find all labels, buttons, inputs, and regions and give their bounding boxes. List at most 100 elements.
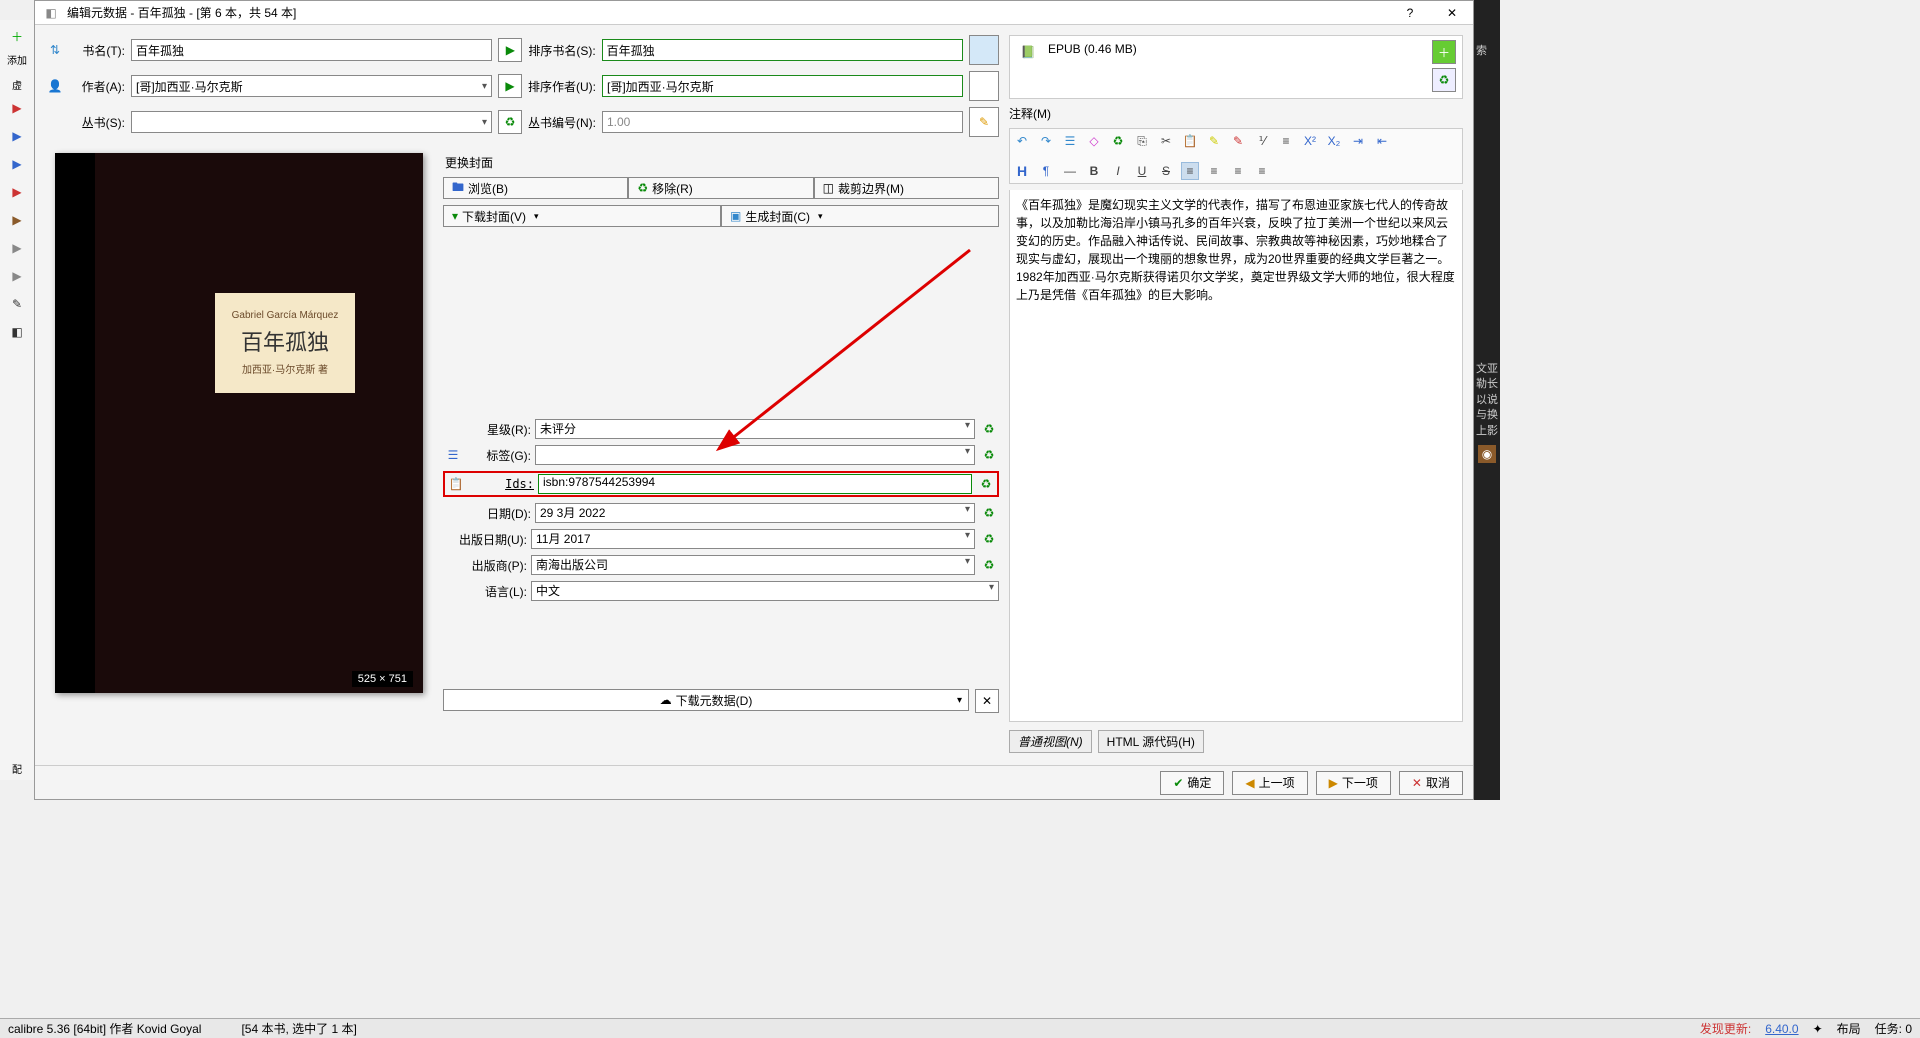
highlight-red-icon[interactable]: ✎ [1229, 132, 1247, 150]
publisher-recycle[interactable]: ♻ [979, 555, 999, 575]
sort-title-label: 排序书名(S): [528, 42, 595, 59]
config-metadata-button[interactable]: ✕ [975, 689, 999, 713]
author-input[interactable]: [哥]加西亚·马尔克斯 [131, 75, 492, 97]
tags-label: 标签(G): [467, 447, 531, 464]
rating-recycle[interactable]: ♻ [979, 419, 999, 439]
generate-cover-button[interactable]: ▣生成封面(C)▾ [721, 205, 999, 227]
indent-icon[interactable]: ⇥ [1349, 132, 1367, 150]
prev-button[interactable]: ◀上一项 [1232, 771, 1307, 795]
paragraph-icon[interactable]: ¶ [1037, 162, 1055, 180]
title-input[interactable] [131, 39, 492, 61]
align-right-icon[interactable]: ≡ [1229, 162, 1247, 180]
superscript-icon[interactable]: X² [1301, 132, 1319, 150]
layout-icon[interactable]: ✦ [1813, 1022, 1823, 1036]
status-selection: [54 本书, 选中了 1 本] [241, 1020, 356, 1037]
paste-icon[interactable]: 📋 [446, 474, 466, 494]
underline-icon[interactable]: U [1133, 162, 1151, 180]
tab-normal-view[interactable]: 普通视图(N) [1009, 730, 1092, 753]
download-cover-button[interactable]: ▾下载封面(V)▾ [443, 205, 721, 227]
sort-author-input[interactable] [602, 75, 963, 97]
publisher-input[interactable]: 南海出版公司 [531, 555, 975, 575]
redo-icon[interactable]: ↷ [1037, 132, 1055, 150]
series-num-input[interactable] [602, 111, 963, 133]
sort-title-arrow[interactable]: ▶ [498, 38, 522, 62]
align-left-icon[interactable]: ≡ [1181, 162, 1199, 180]
cover-section-label: 更换封面 [443, 153, 999, 171]
series-icon[interactable]: ▶ [5, 152, 29, 176]
epub-format-label[interactable]: EPUB (0.46 MB) [1048, 42, 1456, 56]
status-layout[interactable]: 布局 [1837, 1020, 1861, 1037]
pubdate-recycle[interactable]: ♻ [979, 529, 999, 549]
tags-recycle[interactable]: ♻ [979, 445, 999, 465]
swap-title-icon[interactable]: ⇅ [45, 40, 65, 60]
download-metadata-button[interactable]: ☁下载元数据(D) [443, 689, 969, 711]
series-recycle[interactable]: ♻ [498, 110, 522, 134]
author-tool[interactable] [969, 71, 999, 101]
align-justify-icon[interactable]: ≡ [1253, 162, 1271, 180]
sort-title-tool[interactable] [969, 35, 999, 65]
undo-icon[interactable]: ↶ [1013, 132, 1031, 150]
language-input[interactable]: 中文 [531, 581, 999, 601]
remove-format-icon[interactable]: ◇ [1085, 132, 1103, 150]
rating-input[interactable]: 未评分 [535, 419, 975, 439]
tags-list-icon[interactable]: ☰ [443, 445, 463, 465]
cut-icon[interactable]: ✂ [1157, 132, 1175, 150]
help-button[interactable]: ? [1395, 6, 1425, 20]
cancel-button[interactable]: ✕取消 [1399, 771, 1463, 795]
titlebar: ◧ 编辑元数据 - 百年孤独 - [第 6 本，共 54 本] ? ✕ [35, 1, 1473, 25]
list-ol-icon[interactable]: ⅟ [1253, 132, 1271, 150]
swap-author-icon[interactable]: 👤 [45, 76, 65, 96]
publisher-icon[interactable]: ▶ [5, 208, 29, 232]
tags-input[interactable] [535, 445, 975, 465]
date-recycle[interactable]: ♻ [979, 503, 999, 523]
remove-format-button[interactable]: ♻ [1432, 68, 1456, 92]
ok-button[interactable]: ✔确定 [1160, 771, 1224, 795]
hr-icon[interactable]: — [1061, 162, 1079, 180]
select-all-icon[interactable]: ☰ [1061, 132, 1079, 150]
trim-cover-button[interactable]: ◫裁剪边界(M) [814, 177, 999, 199]
browse-cover-button[interactable]: 🖿浏览(B) [443, 177, 628, 199]
ids-recycle[interactable]: ♻ [976, 474, 996, 494]
notes-label: 注释(M) [1009, 105, 1463, 122]
formats-panel: 📗 EPUB (0.46 MB) ＋ ♻ [1009, 35, 1463, 99]
ids-input[interactable]: isbn:9787544253994 [538, 474, 972, 494]
notes-textarea[interactable]: 《百年孤独》是魔幻现实主义文学的代表作，描写了布恩迪亚家族七代人的传奇故事，以及… [1009, 190, 1463, 722]
formats-icon[interactable]: ▶ [5, 180, 29, 204]
tags-icon[interactable]: ✎ [5, 292, 29, 316]
outdent-icon[interactable]: ⇤ [1373, 132, 1391, 150]
sort-author-arrow[interactable]: ▶ [498, 74, 522, 98]
series-input[interactable] [131, 111, 492, 133]
status-update-version[interactable]: 6.40.0 [1765, 1022, 1798, 1036]
subscript-icon[interactable]: X₂ [1325, 132, 1343, 150]
rating-icon[interactable]: ▶ [5, 236, 29, 260]
remove-cover-button[interactable]: ♻移除(R) [628, 177, 813, 199]
edit-tool[interactable]: ✎ [969, 107, 999, 137]
sort-title-input[interactable] [602, 39, 963, 61]
next-button[interactable]: ▶下一项 [1316, 771, 1391, 795]
tab-html-source[interactable]: HTML 源代码(H) [1098, 730, 1204, 753]
add-format-button[interactable]: ＋ [1432, 40, 1456, 64]
italic-icon[interactable]: I [1109, 162, 1127, 180]
richtext-toolbar: ↶ ↷ ☰ ◇ ♻ ⎘ ✂ 📋 ✎ ✎ ⅟ ≡ X² X₂ ⇥ ⇤ H ¶ — [1009, 128, 1463, 184]
publisher-label: 出版商(P): [443, 557, 527, 574]
close-button[interactable]: ✕ [1437, 6, 1467, 20]
news-icon[interactable]: ▶ [5, 264, 29, 288]
status-jobs[interactable]: 任务: 0 [1875, 1020, 1912, 1037]
paste-toolbar-icon[interactable]: 📋 [1181, 132, 1199, 150]
heading-icon[interactable]: H [1013, 162, 1031, 180]
epub-icon[interactable]: 📗 [1016, 42, 1040, 62]
date-input[interactable]: 29 3月 2022 [535, 503, 975, 523]
bold-icon[interactable]: B [1085, 162, 1103, 180]
cfg-label: 配 [12, 761, 22, 776]
identifiers-icon[interactable]: ◧ [5, 320, 29, 344]
strike-icon[interactable]: S [1157, 162, 1175, 180]
highlight-yellow-icon[interactable]: ✎ [1205, 132, 1223, 150]
list-ul-icon[interactable]: ≡ [1277, 132, 1295, 150]
align-center-icon[interactable]: ≡ [1205, 162, 1223, 180]
languages-icon[interactable]: ▶ [5, 124, 29, 148]
authors-icon[interactable]: ▶ [5, 96, 29, 120]
recycle-toolbar-icon[interactable]: ♻ [1109, 132, 1127, 150]
copy-icon[interactable]: ⎘ [1133, 132, 1151, 150]
add-books-icon[interactable]: ＋ [5, 24, 29, 48]
pubdate-input[interactable]: 11月 2017 [531, 529, 975, 549]
